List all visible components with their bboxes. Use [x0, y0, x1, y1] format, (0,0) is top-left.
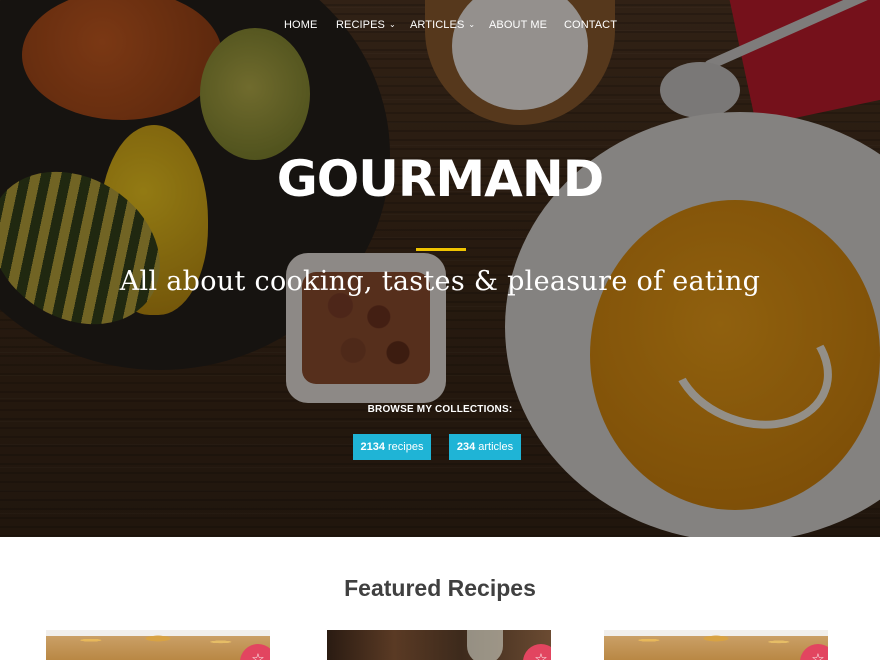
chevron-down-icon: ⌄ [468, 20, 476, 29]
recipe-card[interactable]: ☆ [46, 630, 270, 660]
site-tagline: All about cooking, tastes & pleasure of … [119, 266, 761, 297]
articles-count: 234 [456, 441, 476, 453]
star-icon: ☆ [251, 651, 265, 660]
favorite-button[interactable]: ☆ [240, 644, 270, 660]
page: HOME RECIPES ⌄ ARTICLES ⌄ ABOUT ME CONTACT… [0, 0, 880, 660]
site-title: GOURMAND [276, 150, 604, 208]
title-divider [416, 248, 466, 251]
recipe-card[interactable]: ☆ [327, 630, 551, 660]
nav-home[interactable]: HOME [284, 19, 317, 31]
nav-about-me[interactable]: ABOUT ME [489, 19, 547, 31]
star-icon: ☆ [534, 651, 548, 660]
nav-recipes[interactable]: RECIPES ⌄ [336, 19, 396, 31]
featured-recipes-title: Featured Recipes [344, 575, 536, 601]
favorite-button[interactable]: ☆ [523, 644, 551, 660]
articles-collection-button[interactable]: 234 articles [449, 434, 521, 460]
chevron-down-icon: ⌄ [389, 20, 396, 29]
recipes-collection-button[interactable]: 2134 recipes [353, 434, 431, 460]
nav-articles[interactable]: ARTICLES ⌄ [410, 19, 475, 31]
hero-section: HOME RECIPES ⌄ ARTICLES ⌄ ABOUT ME CONTACT… [0, 0, 880, 537]
main-nav: HOME RECIPES ⌄ ARTICLES ⌄ ABOUT ME CONTACT [0, 0, 880, 52]
recipe-card[interactable]: ☆ [604, 630, 828, 660]
favorite-button[interactable]: ☆ [800, 644, 828, 660]
browse-collections-label: BROWSE MY COLLECTIONS: [367, 404, 513, 415]
star-icon: ☆ [811, 651, 825, 660]
recipes-count: 2134 [360, 441, 385, 453]
nav-contact[interactable]: CONTACT [564, 19, 617, 31]
